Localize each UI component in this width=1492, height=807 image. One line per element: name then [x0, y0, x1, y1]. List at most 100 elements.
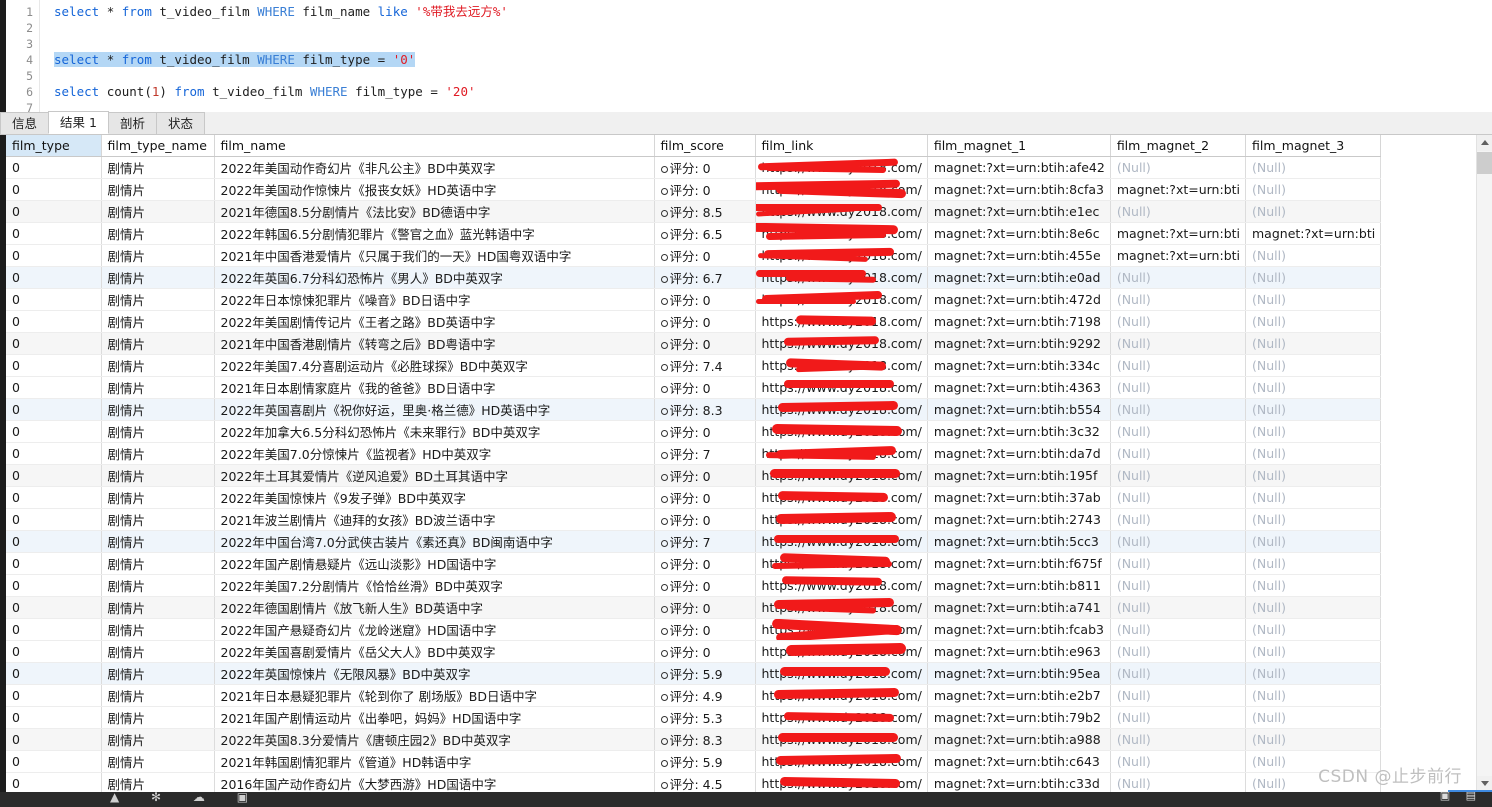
column-header-film_score[interactable]: film_score: [654, 135, 756, 157]
cell-film_link[interactable]: https://www.dy2018.com/: [755, 574, 928, 597]
table-row[interactable]: 0 剧情片 2021年德国8.5分剧情片《法比安》BD德语中字 评分: 8.5 http…: [6, 200, 1382, 223]
cell-film_link[interactable]: https://www.dy2018.com/: [755, 332, 928, 355]
cell-film_magnet_2[interactable]: (Null): [1110, 288, 1247, 311]
cell-film_score[interactable]: 评分: 4.9: [654, 684, 756, 707]
cell-film_magnet_3[interactable]: (Null): [1245, 706, 1382, 729]
taskbar-icons[interactable]: ▲ ✻ ☁ ▣: [110, 790, 262, 804]
cell-film_magnet_3[interactable]: (Null): [1245, 574, 1382, 597]
vertical-scrollbar[interactable]: [1476, 135, 1492, 792]
cell-film_magnet_1[interactable]: magnet:?xt=urn:btih:c643: [927, 750, 1111, 773]
cell-film_magnet_2[interactable]: (Null): [1110, 750, 1247, 773]
cell-film_type_name[interactable]: 剧情片: [101, 332, 215, 355]
cell-film_magnet_2[interactable]: (Null): [1110, 420, 1247, 443]
cell-film_magnet_3[interactable]: (Null): [1245, 376, 1382, 399]
cell-film_type_name[interactable]: 剧情片: [101, 508, 215, 531]
cell-film_link[interactable]: https://www.dy2018.com/: [755, 618, 928, 641]
cell-film_magnet_1[interactable]: magnet:?xt=urn:btih:79b2: [927, 706, 1111, 729]
cell-film_name[interactable]: 2022年美国7.2分剧情片《恰恰丝滑》BD中英双字: [214, 574, 655, 597]
table-row[interactable]: 0 剧情片 2022年英国6.7分科幻恐怖片《男人》BD中英双字 评分: 6.7 htt…: [6, 266, 1382, 289]
cell-film_type[interactable]: 0: [6, 332, 102, 355]
cell-film_type_name[interactable]: 剧情片: [101, 618, 215, 641]
cell-film_name[interactable]: 2021年德国8.5分剧情片《法比安》BD德语中字: [214, 200, 655, 223]
table-row[interactable]: 0 剧情片 2021年国产剧情运动片《出拳吧，妈妈》HD国语中字 评分: 5.3 htt…: [6, 706, 1382, 729]
cell-film_magnet_2[interactable]: (Null): [1110, 684, 1247, 707]
cell-film_magnet_2[interactable]: (Null): [1110, 464, 1247, 487]
cell-film_type_name[interactable]: 剧情片: [101, 684, 215, 707]
cell-film_type_name[interactable]: 剧情片: [101, 222, 215, 245]
cell-film_name[interactable]: 2021年中国香港爱情片《只属于我们的一天》HD国粤双语中字: [214, 244, 655, 267]
cell-film_name[interactable]: 2022年美国动作惊悚片《报丧女妖》HD英语中字: [214, 178, 655, 201]
cell-film_name[interactable]: 2022年美国喜剧爱情片《岳父大人》BD中英双字: [214, 640, 655, 663]
cell-film_type_name[interactable]: 剧情片: [101, 266, 215, 289]
cell-film_magnet_1[interactable]: magnet:?xt=urn:btih:a741: [927, 596, 1111, 619]
tab-剖析[interactable]: 剖析: [107, 112, 157, 134]
table-row[interactable]: 0 剧情片 2022年英国喜剧片《祝你好运，里奥·格兰德》HD英语中字 评分: 8.3…: [6, 398, 1382, 421]
cell-film_magnet_3[interactable]: (Null): [1245, 618, 1382, 641]
cell-film_magnet_2[interactable]: (Null): [1110, 442, 1247, 465]
cell-film_magnet_3[interactable]: (Null): [1245, 244, 1382, 267]
cell-film_link[interactable]: https://www.dy2018.com/: [755, 772, 928, 792]
cell-film_link[interactable]: https://www.dy2018.com/: [755, 420, 928, 443]
tab-状态[interactable]: 状态: [156, 112, 206, 134]
cell-film_type_name[interactable]: 剧情片: [101, 640, 215, 663]
code-line[interactable]: [54, 36, 1492, 52]
table-row[interactable]: 0 剧情片 2022年美国动作奇幻片《非凡公主》BD中英双字 评分: 0 https:/…: [6, 156, 1382, 179]
cell-film_magnet_3[interactable]: (Null): [1245, 178, 1382, 201]
cell-film_magnet_3[interactable]: (Null): [1245, 310, 1382, 333]
cell-film_link[interactable]: https://www.dy2018.com/: [755, 750, 928, 773]
cell-film_magnet_2[interactable]: (Null): [1110, 398, 1247, 421]
cell-film_magnet_2[interactable]: (Null): [1110, 530, 1247, 553]
cell-film_name[interactable]: 2022年国产悬疑奇幻片《龙岭迷窟》HD国语中字: [214, 618, 655, 641]
cell-film_magnet_1[interactable]: magnet:?xt=urn:btih:334c: [927, 354, 1111, 377]
cell-film_magnet_1[interactable]: magnet:?xt=urn:btih:8e6c: [927, 222, 1111, 245]
cell-film_score[interactable]: 评分: 5.9: [654, 750, 756, 773]
cell-film_magnet_3[interactable]: (Null): [1245, 266, 1382, 289]
table-header-row[interactable]: film_type film_type_name film_name film_sco…: [6, 135, 1382, 157]
cell-film_score[interactable]: 评分: 5.3: [654, 706, 756, 729]
cell-film_type[interactable]: 0: [6, 354, 102, 377]
tab-结果[interactable]: 结果 1: [48, 111, 109, 134]
cell-film_magnet_1[interactable]: magnet:?xt=urn:btih:5cc3: [927, 530, 1111, 553]
cell-film_magnet_2[interactable]: (Null): [1110, 508, 1247, 531]
table-row[interactable]: 0 剧情片 2022年土耳其爱情片《逆风追爱》BD土耳其语中字 评分: 0 https:…: [6, 464, 1382, 487]
cell-film_magnet_2[interactable]: (Null): [1110, 618, 1247, 641]
table-row[interactable]: 0 剧情片 2021年中国香港剧情片《转弯之后》BD粤语中字 评分: 0 https:/…: [6, 332, 1382, 355]
cell-film_type_name[interactable]: 剧情片: [101, 706, 215, 729]
cell-film_link[interactable]: https://www.dy2018.com/: [755, 662, 928, 685]
cell-film_magnet_1[interactable]: magnet:?xt=urn:btih:e963: [927, 640, 1111, 663]
table-row[interactable]: 0 剧情片 2022年美国剧情传记片《王者之路》BD英语中字 评分: 0 https:/…: [6, 310, 1382, 333]
cell-film_magnet_3[interactable]: (Null): [1245, 772, 1382, 792]
cell-film_score[interactable]: 评分: 8.3: [654, 728, 756, 751]
cell-film_magnet_1[interactable]: magnet:?xt=urn:btih:455e: [927, 244, 1111, 267]
tab-信息[interactable]: 信息: [0, 112, 50, 134]
table-row[interactable]: 0 剧情片 2022年加拿大6.5分科幻恐怖片《未来罪行》BD中英双字 评分: 0 ht…: [6, 420, 1382, 443]
cell-film_type_name[interactable]: 剧情片: [101, 662, 215, 685]
cell-film_type[interactable]: 0: [6, 464, 102, 487]
cell-film_magnet_2[interactable]: (Null): [1110, 552, 1247, 575]
cell-film_magnet_1[interactable]: magnet:?xt=urn:btih:f675f: [927, 552, 1111, 575]
table-row[interactable]: 0 剧情片 2022年日本惊悚犯罪片《噪音》BD日语中字 评分: 0 https://w…: [6, 288, 1382, 311]
cell-film_type_name[interactable]: 剧情片: [101, 288, 215, 311]
cell-film_name[interactable]: 2021年日本剧情家庭片《我的爸爸》BD日语中字: [214, 376, 655, 399]
cell-film_type[interactable]: 0: [6, 266, 102, 289]
cell-film_score[interactable]: 评分: 0: [654, 376, 756, 399]
cell-film_type_name[interactable]: 剧情片: [101, 574, 215, 597]
cell-film_magnet_3[interactable]: (Null): [1245, 156, 1382, 179]
cell-film_magnet_1[interactable]: magnet:?xt=urn:btih:4363: [927, 376, 1111, 399]
cell-film_score[interactable]: 评分: 7.4: [654, 354, 756, 377]
cell-film_link[interactable]: https://www.dy2018.com/: [755, 310, 928, 333]
table-row[interactable]: 0 剧情片 2022年德国剧情片《放飞新人生》BD英语中字 评分: 0 https://…: [6, 596, 1382, 619]
column-header-film_name[interactable]: film_name: [214, 135, 655, 157]
cell-film_magnet_3[interactable]: (Null): [1245, 420, 1382, 443]
column-header-film_magnet_2[interactable]: film_magnet_2: [1110, 135, 1247, 157]
cell-film_score[interactable]: 评分: 0: [654, 310, 756, 333]
cell-film_magnet_3[interactable]: (Null): [1245, 398, 1382, 421]
cell-film_score[interactable]: 评分: 0: [654, 618, 756, 641]
cell-film_score[interactable]: 评分: 0: [654, 178, 756, 201]
cell-film_magnet_3[interactable]: (Null): [1245, 486, 1382, 509]
cell-film_magnet_1[interactable]: magnet:?xt=urn:btih:b811: [927, 574, 1111, 597]
cell-film_type_name[interactable]: 剧情片: [101, 772, 215, 792]
cell-film_type[interactable]: 0: [6, 530, 102, 553]
cell-film_magnet_2[interactable]: (Null): [1110, 332, 1247, 355]
cell-film_type[interactable]: 0: [6, 684, 102, 707]
